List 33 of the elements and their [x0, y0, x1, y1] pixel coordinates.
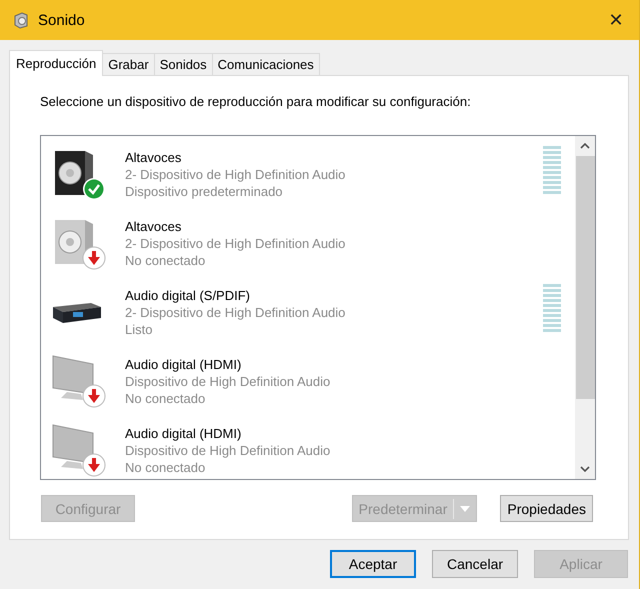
scroll-up-icon[interactable]	[580, 143, 590, 149]
instruction-text: Seleccione un dispositivo de reproducción para modificar su configuración:	[40, 94, 472, 109]
device-description: Dispositivo de High Definition Audio	[125, 373, 330, 390]
device-description: 2- Dispositivo de High Definition Audio	[125, 304, 346, 321]
button[interactable]: Cancelar	[432, 550, 518, 578]
device-status: No conectado	[125, 252, 206, 269]
scrollbar-thumb[interactable]	[576, 156, 594, 399]
device-name: Audio digital (S/PDIF)	[125, 287, 251, 304]
scrollbar[interactable]	[575, 136, 595, 479]
window-title: Sonido	[38, 12, 85, 28]
device-item[interactable]: Audio digital (HDMI) Dispositivo de High Definition Audio No conectado	[41, 346, 575, 415]
button[interactable]: Aceptar	[330, 550, 416, 578]
device-description: 2- Dispositivo de High Definition Audio	[125, 235, 346, 252]
device-item[interactable]: Altavoces 2- Dispositivo de High Definition Audio Dispositivo predeterminado	[41, 139, 575, 208]
device-description: 2- Dispositivo de High Definition Audio	[125, 166, 346, 183]
device-status: Dispositivo predeterminado	[125, 183, 284, 200]
device-name: Altavoces	[125, 218, 182, 235]
device-description: Dispositivo de High Definition Audio	[125, 442, 330, 459]
button[interactable]: Propiedades	[500, 495, 593, 522]
tab[interactable]: Comunicaciones	[212, 53, 320, 75]
device-status: No conectado	[125, 459, 206, 476]
device-item[interactable]: Audio digital (HDMI) Dispositivo de High Definition Audio No conectado	[41, 415, 575, 479]
tab[interactable]: Reproducción	[9, 50, 104, 76]
close-button[interactable]: ✕	[593, 0, 639, 40]
caret-icon	[460, 506, 470, 512]
device-name: Altavoces	[125, 149, 182, 166]
device-item[interactable]: Altavoces 2- Dispositivo de High Definition Audio No conectado	[41, 208, 575, 277]
device-item[interactable]: Audio digital (S/PDIF) 2- Dispositivo de High Definition Audio Listo	[41, 277, 575, 346]
device-name: Audio digital (HDMI)	[125, 356, 242, 373]
device-name: Audio digital (HDMI)	[125, 425, 242, 442]
device-status: Listo	[125, 321, 154, 338]
scroll-down-icon[interactable]	[580, 466, 590, 472]
device-status: No conectado	[125, 390, 206, 407]
